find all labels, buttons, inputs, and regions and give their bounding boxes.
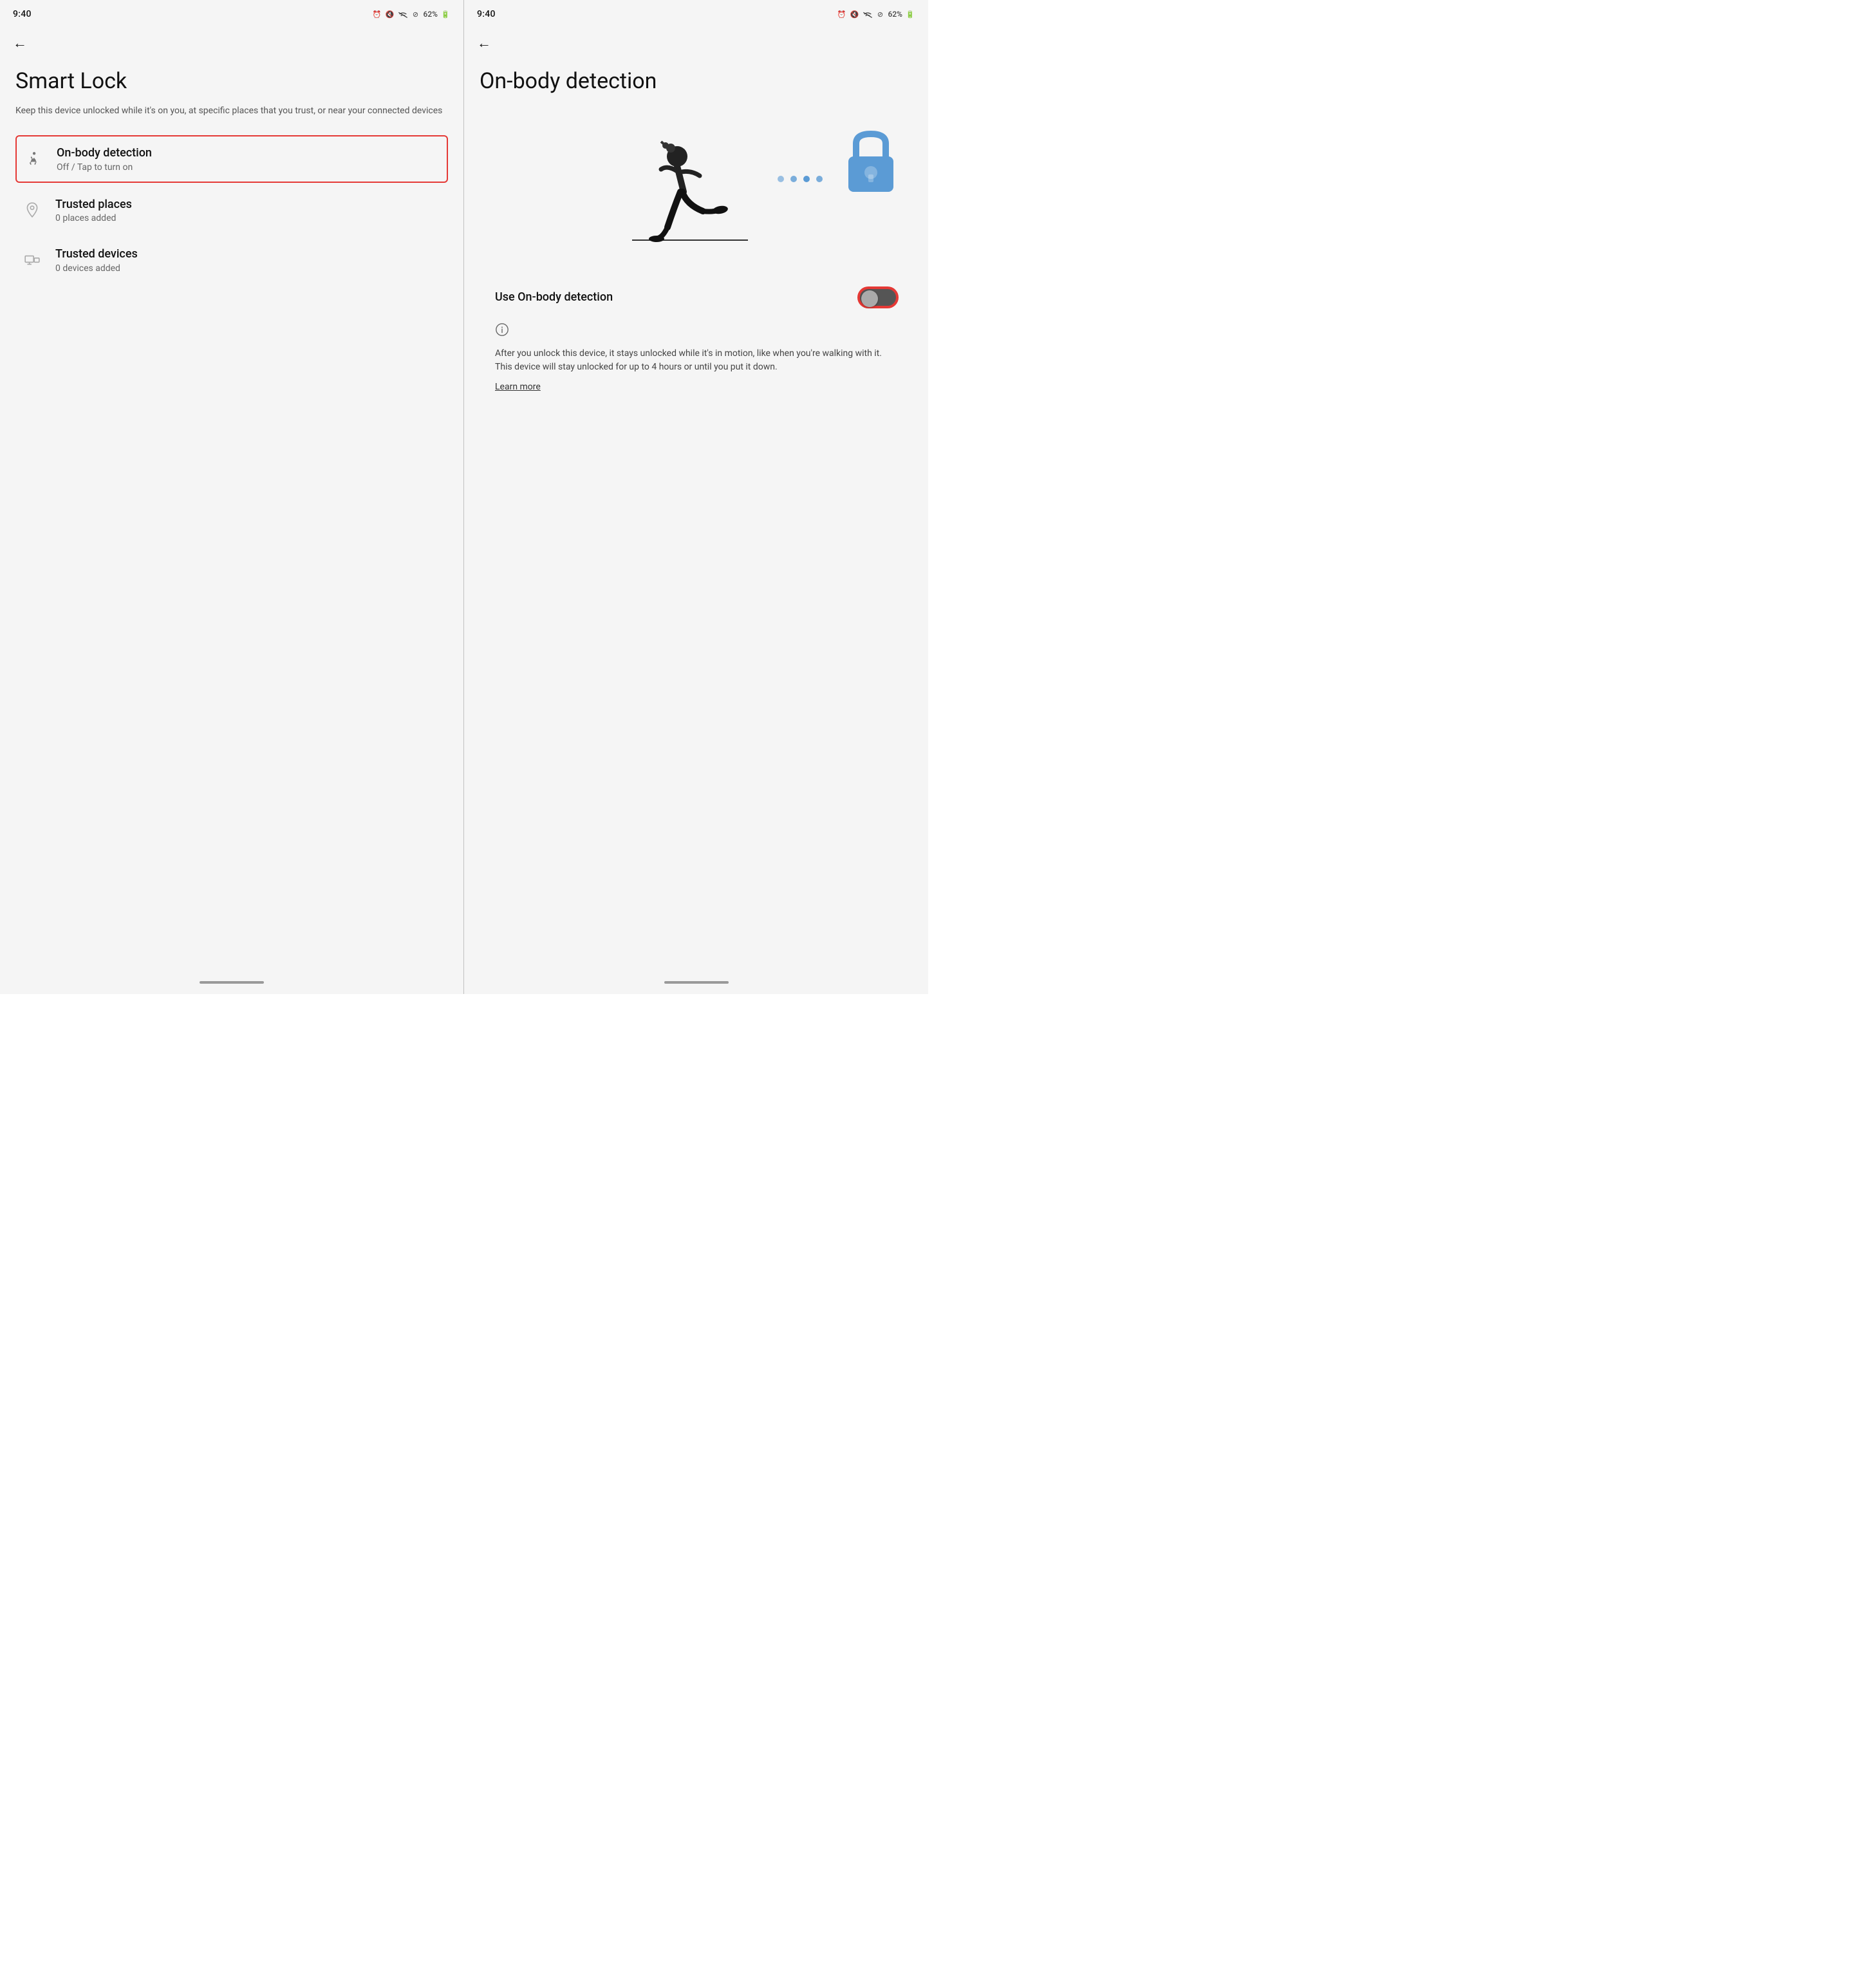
on-body-detection-label: On-body detection	[57, 145, 152, 160]
wifi-off-icon	[398, 9, 408, 19]
alarm-icon: ⏰	[372, 9, 382, 19]
page-title-right: On-body detection	[480, 68, 913, 95]
devices-icon	[22, 250, 42, 270]
wifi-off-icon-right	[863, 9, 873, 19]
back-button-left[interactable]: ←	[0, 28, 463, 58]
trusted-devices-label: Trusted devices	[55, 247, 138, 261]
menu-item-on-body-detection[interactable]: On-body detection Off / Tap to turn on	[15, 135, 448, 182]
page-title-left: Smart Lock	[15, 68, 448, 95]
status-icons-left: ⏰ 🔇 ⊘ 62% 🔋	[372, 9, 451, 19]
right-screen: 9:40 ⏰ 🔇 ⊘ 62% 🔋 ← On-body detection	[464, 0, 928, 994]
alarm-icon-right: ⏰	[837, 9, 847, 19]
toggle-label: Use On-body detection	[495, 290, 613, 304]
status-time-left: 9:40	[13, 9, 32, 19]
illustration-area	[480, 105, 913, 272]
bottom-indicator-right	[664, 981, 729, 984]
on-body-detection-sublabel: Off / Tap to turn on	[57, 162, 152, 173]
location-pin-icon	[22, 200, 42, 220]
description-text: After you unlock this device, it stays u…	[480, 342, 913, 379]
bottom-bar-right	[464, 975, 928, 994]
status-bar-right: 9:40 ⏰ 🔇 ⊘ 62% 🔋	[464, 0, 928, 26]
toggle-switch[interactable]	[859, 288, 897, 307]
right-screen-content: On-body detection	[464, 58, 928, 975]
battery-left: 62%	[424, 10, 438, 19]
trusted-places-text: Trusted places 0 places added	[55, 197, 132, 223]
on-body-detection-text: On-body detection Off / Tap to turn on	[57, 145, 152, 172]
no-service-icon: ⊘	[411, 9, 421, 19]
menu-item-trusted-devices[interactable]: Trusted devices 0 devices added	[15, 238, 448, 282]
back-arrow-right: ←	[477, 35, 491, 52]
mute-icon: 🔇	[385, 9, 395, 19]
page-subtitle-left: Keep this device unlocked while it's on …	[15, 105, 448, 118]
left-screen-content: Smart Lock Keep this device unlocked whi…	[0, 58, 463, 975]
person-walking-icon	[23, 149, 44, 169]
battery-icon-right: 🔋	[905, 9, 915, 19]
left-screen: 9:40 ⏰ 🔇 ⊘ 62% 🔋 ← Smart Lock Keep this …	[0, 0, 464, 994]
trusted-devices-sublabel: 0 devices added	[55, 263, 138, 274]
trusted-places-label: Trusted places	[55, 197, 132, 212]
battery-right: 62%	[888, 10, 902, 19]
status-icons-right: ⏰ 🔇 ⊘ 62% 🔋	[837, 9, 915, 19]
toggle-knob	[861, 290, 878, 307]
back-button-right[interactable]: ←	[464, 28, 928, 58]
battery-icon-left: 🔋	[440, 9, 451, 19]
mute-icon-right: 🔇	[850, 9, 860, 19]
trusted-devices-text: Trusted devices 0 devices added	[55, 247, 138, 273]
dots-decoration	[778, 176, 823, 182]
runner-illustration	[619, 127, 774, 256]
no-service-icon-right: ⊘	[875, 9, 886, 19]
bottom-indicator-left	[200, 981, 264, 984]
bottom-bar-left	[0, 975, 463, 994]
learn-more-link[interactable]: Learn more	[480, 379, 913, 395]
trusted-places-sublabel: 0 places added	[55, 213, 132, 223]
info-section	[480, 317, 913, 342]
status-time-right: 9:40	[477, 9, 496, 19]
info-icon	[495, 323, 509, 337]
menu-item-trusted-places[interactable]: Trusted places 0 places added	[15, 188, 448, 232]
toggle-row: Use On-body detection	[480, 277, 913, 317]
lock-illustration	[842, 131, 900, 195]
back-arrow-left: ←	[13, 35, 27, 52]
status-bar-left: 9:40 ⏰ 🔇 ⊘ 62% 🔋	[0, 0, 463, 26]
